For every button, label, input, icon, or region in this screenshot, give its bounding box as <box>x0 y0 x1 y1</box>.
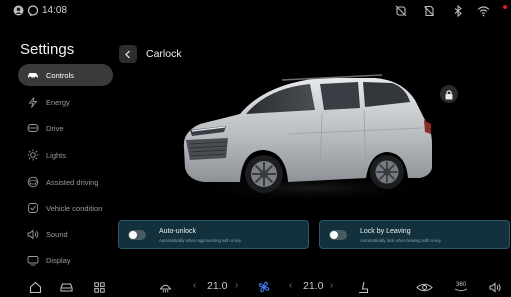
toggle-knob <box>330 231 338 239</box>
bluetooth-icon <box>451 4 464 17</box>
card-title: Lock by Leaving <box>360 228 411 235</box>
lock-icon <box>445 89 453 99</box>
auto-unlock-card[interactable]: Auto-unlock Automatically when approachi… <box>118 220 309 249</box>
sidebar-item-display[interactable]: Display <box>18 249 113 271</box>
orbit-icon <box>454 288 468 292</box>
page-title: Carlock <box>146 48 182 60</box>
clock: 14:08 <box>42 5 68 16</box>
camera-360-button[interactable]: 360 <box>453 280 469 294</box>
right-temperature: 21.0 <box>303 280 324 292</box>
sidebar-item-sound[interactable]: Sound <box>18 223 113 245</box>
sidebar-item-label: Sound <box>46 229 68 239</box>
toggle-knob <box>129 231 137 239</box>
fan-icon[interactable] <box>256 280 272 294</box>
display-icon <box>27 254 39 266</box>
sidebar-item-drive[interactable]: Drive <box>18 117 113 139</box>
message-icon[interactable] <box>26 4 39 17</box>
climate-defrost-icon[interactable] <box>158 280 172 294</box>
settings-title: Settings <box>20 41 75 58</box>
sidebar-item-energy[interactable]: Energy <box>18 91 113 113</box>
left-temp-up-button[interactable]: › <box>235 280 238 291</box>
assist-icon <box>27 176 39 188</box>
sidebar-item-controls[interactable]: Controls <box>18 64 113 86</box>
left-temperature: 21.0 <box>207 280 228 292</box>
avatar-icon[interactable] <box>12 4 25 17</box>
sidebar-item-assisted-driving[interactable]: Assisted driving <box>18 171 113 193</box>
sidebar-item-label: Controls <box>46 70 74 80</box>
sidebar-item-label: Vehicle condition <box>46 203 103 213</box>
sidebar-item-lights[interactable]: Lights <box>18 144 113 166</box>
vehicle-image <box>170 70 440 210</box>
steering-icon <box>27 122 39 134</box>
right-temp-up-button[interactable]: › <box>330 280 333 291</box>
condition-icon <box>27 202 39 214</box>
apps-grid-icon[interactable] <box>93 280 106 294</box>
wifi-icon <box>477 4 490 17</box>
auto-unlock-toggle[interactable] <box>128 230 146 240</box>
sidebar-item-label: Assisted driving <box>46 177 99 187</box>
vehicle-icon[interactable] <box>58 280 74 294</box>
sun-icon <box>27 149 39 161</box>
volume-icon[interactable] <box>488 280 502 294</box>
no-signal-icon <box>394 4 407 17</box>
sidebar-item-label: Energy <box>46 97 70 107</box>
back-button[interactable] <box>119 45 137 63</box>
lock-by-leaving-toggle[interactable] <box>329 230 347 240</box>
home-icon[interactable] <box>28 280 42 294</box>
card-subtitle: Automatically when approaching with a ke… <box>159 238 242 243</box>
card-title: Auto-unlock <box>159 228 196 235</box>
speaker-icon <box>27 228 39 240</box>
sidebar-item-label: Display <box>46 255 71 265</box>
lightning-icon <box>27 96 39 108</box>
notification-dot <box>503 5 507 9</box>
sidebar-item-label: Drive <box>46 123 64 133</box>
bottom-dock: ‹ 21.0 › ‹ 21.0 › 360 <box>0 276 511 297</box>
chevron-left-icon <box>125 50 130 58</box>
card-subtitle: Automatically lock when leaving with a k… <box>360 238 441 243</box>
no-sim-icon <box>422 4 435 17</box>
seat-icon[interactable] <box>356 280 370 294</box>
car-icon <box>27 69 39 81</box>
eye-view-icon[interactable] <box>415 280 433 294</box>
left-temp-down-button[interactable]: ‹ <box>193 280 196 291</box>
sidebar-item-vehicle-condition[interactable]: Vehicle condition <box>18 197 113 219</box>
sidebar-item-label: Lights <box>46 150 67 160</box>
lock-button[interactable] <box>440 85 458 103</box>
lock-by-leaving-card[interactable]: Lock by Leaving Automatically lock when … <box>319 220 510 249</box>
status-bar: 14:08 <box>0 0 511 22</box>
right-temp-down-button[interactable]: ‹ <box>289 280 292 291</box>
